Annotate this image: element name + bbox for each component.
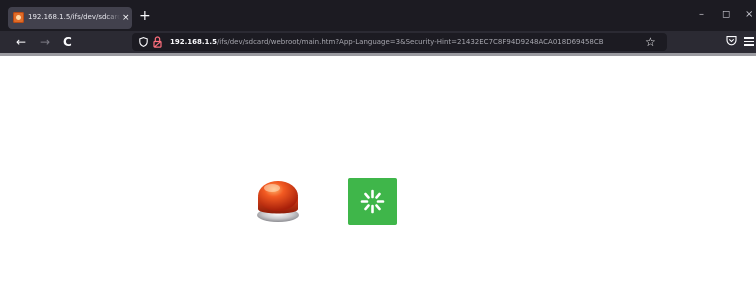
shield-icon[interactable] [139, 37, 148, 47]
tab-strip: 192.168.1.5/ifs/dev/sdcard/webroot/main.… [0, 0, 756, 31]
navigation-toolbar: ← → C 192.168.1.5/ifs/dev/sdcard/webroot… [0, 31, 756, 53]
url-text[interactable]: 192.168.1.5/ifs/dev/sdcard/webroot/main.… [170, 35, 640, 49]
address-bar[interactable]: 192.168.1.5/ifs/dev/sdcard/webroot/main.… [132, 33, 667, 51]
new-tab-button[interactable]: + [139, 8, 151, 24]
browser-window: 192.168.1.5/ifs/dev/sdcard/webroot/main.… [0, 0, 756, 287]
red-push-button-icon[interactable] [253, 175, 303, 225]
forward-button[interactable]: → [40, 34, 50, 50]
tab-close-icon[interactable]: × [122, 12, 130, 24]
star-icon[interactable]: ☆ [645, 35, 656, 49]
hamburger-menu-icon[interactable] [744, 35, 754, 47]
back-button[interactable]: ← [16, 34, 26, 50]
lock-icon[interactable] [153, 36, 162, 48]
reload-button[interactable]: C [63, 34, 72, 50]
close-window-button[interactable]: × [745, 8, 753, 22]
active-tab[interactable]: 192.168.1.5/ifs/dev/sdcard/webroot/main.… [8, 7, 132, 29]
page-content [0, 56, 756, 287]
url-host: 192.168.1.5 [170, 38, 217, 46]
pocket-icon[interactable] [726, 35, 737, 46]
maximize-window-button[interactable]: ◻ [722, 8, 730, 22]
minimize-window-button[interactable]: – [699, 8, 704, 22]
tab-title: 192.168.1.5/ifs/dev/sdcard/webroot/main.… [28, 11, 120, 24]
favicon-icon [13, 12, 24, 23]
loading-spinner-icon[interactable] [348, 178, 397, 225]
url-path: /ifs/dev/sdcard/webroot/main.htm?App-Lan… [216, 38, 604, 46]
